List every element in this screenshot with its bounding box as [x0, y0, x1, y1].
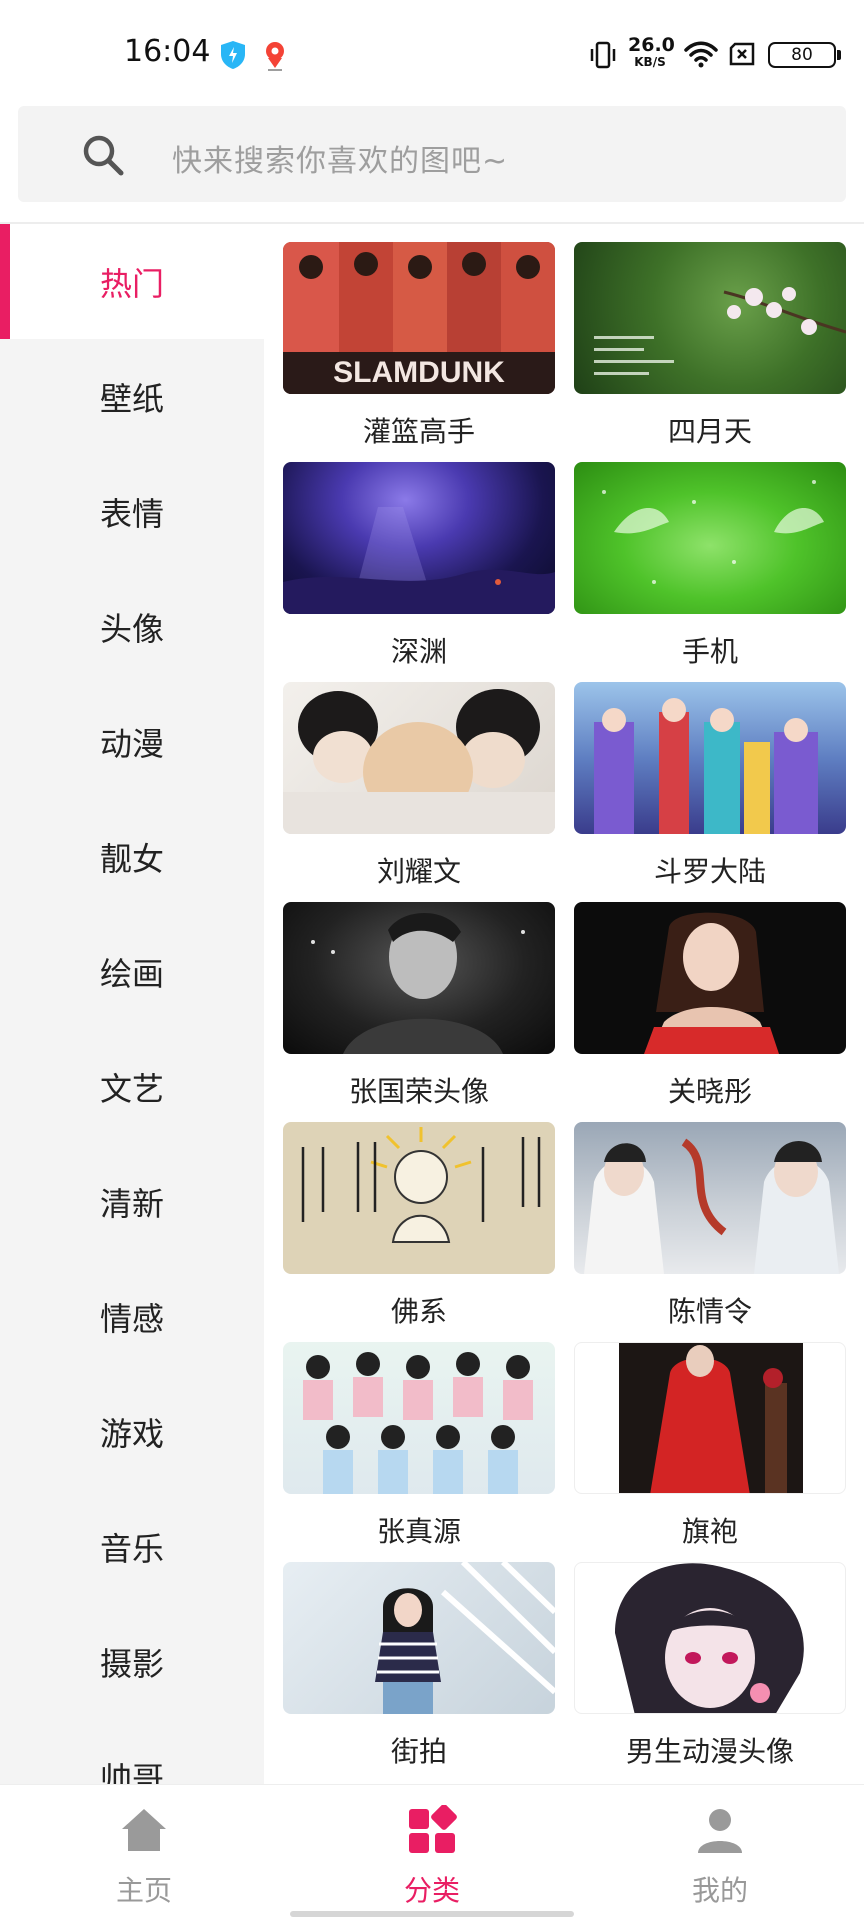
wifi-icon [684, 41, 718, 68]
grid-item[interactable]: 刘耀文 [283, 682, 555, 892]
battery-level: 80 [791, 45, 813, 65]
svg-text:SLAMDUNK: SLAMDUNK [333, 356, 505, 389]
status-time: 16:04 [124, 34, 211, 69]
grid-item[interactable]: 张国荣头像 [283, 902, 555, 1112]
grid-item-thumbnail [574, 462, 846, 614]
grid-item-thumbnail [283, 1342, 555, 1494]
nav-category[interactable]: 分类 [332, 1785, 532, 1920]
grid-item-thumbnail [283, 1562, 555, 1714]
search-input[interactable]: 快来搜索你喜欢的图吧~ [18, 106, 846, 202]
grid-item-title: 陈情令 [667, 1295, 752, 1328]
grid-item-title: 张真源 [376, 1515, 461, 1548]
home-indicator [290, 1911, 574, 1917]
grid-item[interactable]: 关晓彤 [574, 902, 846, 1112]
grid-item-thumbnail [574, 682, 846, 834]
sidebar-item-label: 游戏 [100, 1414, 165, 1453]
vibrate-icon [590, 41, 616, 69]
grid-item-title: 街拍 [390, 1735, 447, 1768]
grid-item-title: 斗罗大陆 [653, 855, 766, 888]
grid-item[interactable]: 旗袍 [574, 1342, 846, 1552]
sidebar-item-painting[interactable]: 绘画 [0, 914, 264, 1029]
location-pin-icon [266, 42, 284, 71]
sidebar-item-literary[interactable]: 文艺 [0, 1029, 264, 1144]
profile-icon [698, 1809, 742, 1853]
grid-item-title: 手机 [681, 635, 738, 668]
grid-item-thumbnail [283, 682, 555, 834]
grid-item-title: 关晓彤 [667, 1075, 752, 1108]
image-grid[interactable]: SLAMDUNK 灌篮高手 四月天 深渊 手机 刘耀文 斗罗大陆 张国荣头像 关… [264, 224, 864, 1784]
search-placeholder: 快来搜索你喜欢的图吧~ [172, 144, 509, 179]
nav-profile[interactable]: 我的 [620, 1785, 820, 1920]
sidebar-item-avatar[interactable]: 头像 [0, 569, 264, 684]
grid-item-thumbnail: SLAMDUNK [283, 242, 555, 394]
sidebar-item-beauty[interactable]: 靓女 [0, 799, 264, 914]
grid-item-thumbnail [574, 902, 846, 1054]
grid-item[interactable]: 街拍 [283, 1562, 555, 1772]
grid-item[interactable]: 深渊 [283, 462, 555, 672]
grid-item-title: 旗袍 [681, 1515, 738, 1548]
grid-item-thumbnail [574, 242, 846, 394]
grid-item[interactable]: 四月天 [574, 242, 846, 452]
sidebar-item-label: 热门 [100, 264, 165, 303]
sidebar-item-label: 动漫 [100, 724, 165, 763]
sidebar-item-label: 表情 [100, 494, 165, 533]
grid-item-thumbnail [574, 1122, 846, 1274]
nav-label: 分类 [403, 1874, 460, 1907]
battery-icon: 80 [768, 42, 842, 68]
sidebar-item-label: 绘画 [100, 954, 165, 993]
sidebar-item-label: 壁纸 [100, 379, 165, 418]
network-speed: 26.0 KB/S [628, 34, 675, 69]
grid-item[interactable]: 男生动漫头像 [574, 1562, 846, 1772]
sidebar-item-label: 摄影 [100, 1644, 165, 1683]
grid-item[interactable]: 佛系 [283, 1122, 555, 1332]
sidebar-item-label: 清新 [100, 1184, 165, 1223]
grid-item-thumbnail [283, 902, 555, 1054]
sidebar-item-label: 靓女 [100, 839, 165, 878]
category-sidebar[interactable]: 热门 壁纸 表情 头像 动漫 靓女 绘画 文艺 清新 情感 游戏 音乐 摄影 帅… [0, 224, 264, 1784]
sidebar-item-photography[interactable]: 摄影 [0, 1604, 264, 1719]
grid-item-thumbnail [574, 1342, 846, 1494]
nav-home[interactable]: 主页 [44, 1785, 244, 1920]
grid-item[interactable]: SLAMDUNK 灌篮高手 [283, 242, 555, 452]
home-icon [122, 1809, 166, 1851]
shield-icon [221, 41, 245, 69]
sidebar-item-music[interactable]: 音乐 [0, 1489, 264, 1604]
grid-item-title: 深渊 [390, 635, 447, 668]
grid-item-title: 灌篮高手 [362, 415, 475, 448]
grid-item[interactable]: 陈情令 [574, 1122, 846, 1332]
grid-item-thumbnail [283, 1122, 555, 1274]
sidebar-item-handsome[interactable]: 帅哥 [0, 1719, 264, 1785]
category-icon [409, 1805, 457, 1853]
grid-item[interactable]: 张真源 [283, 1342, 555, 1552]
grid-item-thumbnail [283, 462, 555, 614]
bottom-nav: 主页 分类 我的 [0, 1784, 864, 1920]
grid-item-title: 张国荣头像 [348, 1075, 489, 1108]
status-bar: 16:04 26.0 KB/S 80 [0, 0, 864, 108]
grid-item-title: 四月天 [667, 415, 752, 448]
sidebar-item-wallpaper[interactable]: 壁纸 [0, 339, 264, 454]
sidebar-item-hot[interactable]: 热门 [0, 224, 264, 339]
active-indicator [0, 224, 10, 339]
sidebar-item-label: 帅哥 [100, 1759, 165, 1785]
sidebar-item-label: 情感 [100, 1299, 165, 1338]
sidebar-item-anime[interactable]: 动漫 [0, 684, 264, 799]
nav-label: 我的 [691, 1874, 748, 1907]
sidebar-item-label: 文艺 [100, 1069, 165, 1108]
grid-item-thumbnail [574, 1562, 846, 1714]
sidebar-item-emoji[interactable]: 表情 [0, 454, 264, 569]
search-icon [83, 135, 124, 176]
sim-off-icon [729, 42, 755, 66]
grid-item[interactable]: 手机 [574, 462, 846, 672]
grid-item-title: 男生动漫头像 [625, 1735, 794, 1768]
sidebar-item-games[interactable]: 游戏 [0, 1374, 264, 1489]
sidebar-item-fresh[interactable]: 清新 [0, 1144, 264, 1259]
sidebar-item-label: 头像 [100, 609, 165, 648]
grid-item-title: 佛系 [390, 1295, 447, 1328]
grid-item-title: 刘耀文 [376, 855, 461, 888]
grid-item[interactable]: 斗罗大陆 [574, 682, 846, 892]
sidebar-item-emotion[interactable]: 情感 [0, 1259, 264, 1374]
nav-label: 主页 [115, 1874, 172, 1907]
sidebar-item-label: 音乐 [100, 1529, 165, 1568]
